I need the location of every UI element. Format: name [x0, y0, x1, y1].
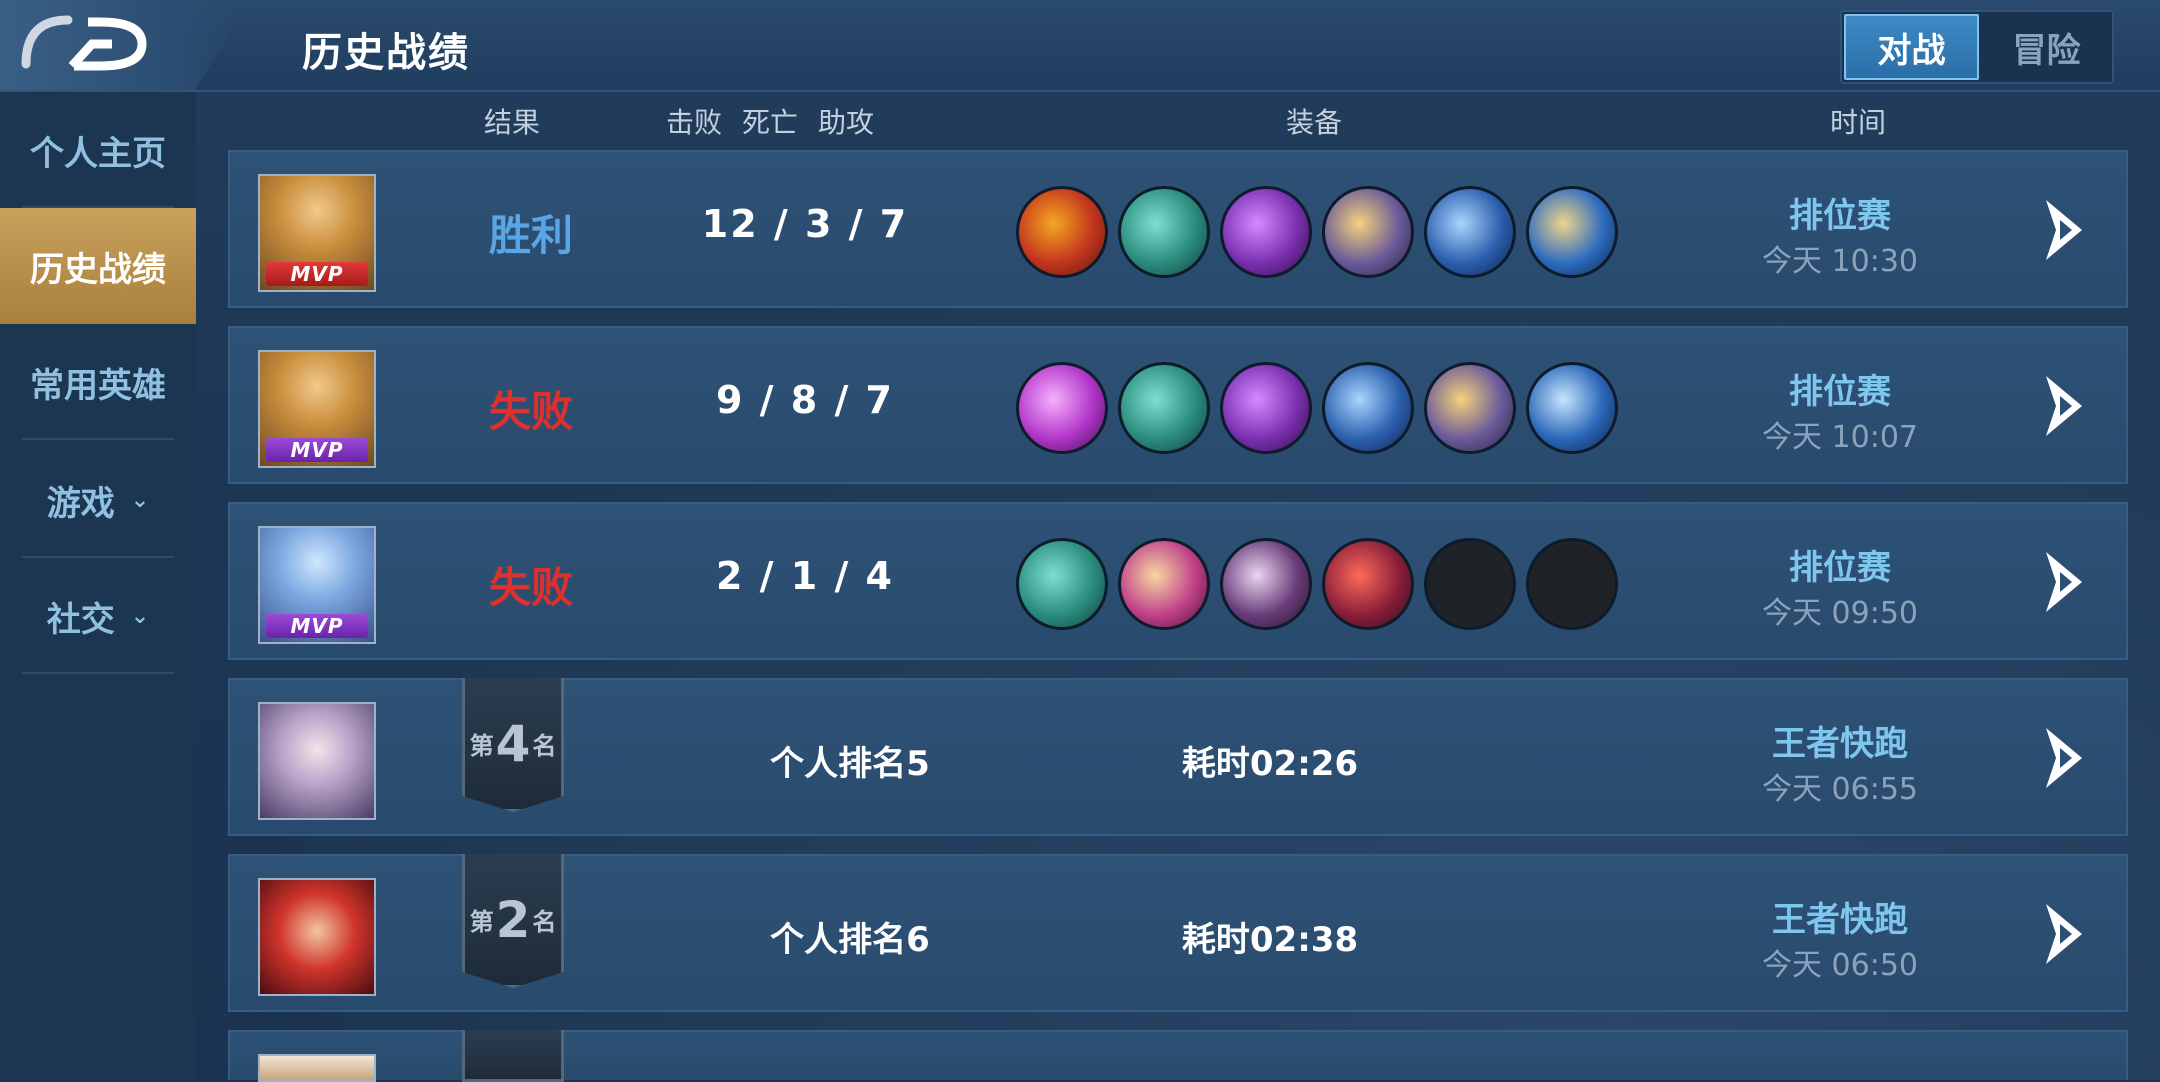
match-time: 今天 09:50 — [1762, 596, 1918, 631]
game-mode: 排位赛 — [1789, 372, 1891, 412]
equipment-list — [1016, 362, 1618, 454]
game-mode: 王者快跑 — [1772, 724, 1908, 764]
match-time: 今天 06:55 — [1762, 772, 1918, 807]
page-title: 历史战绩 — [302, 30, 470, 76]
game-mode: 排位赛 — [1789, 196, 1891, 236]
empty-item-slot — [1526, 538, 1618, 630]
personal-rank: 个人排名5 — [770, 744, 930, 784]
sidebar: 个人主页 历史战绩 常用英雄 游戏 ⌄ 社交 ⌄ — [0, 92, 196, 1080]
chevron-down-icon: ⌄ — [130, 487, 150, 513]
sword-item-icon — [1016, 186, 1108, 278]
column-header-time: 时间 — [1830, 106, 1887, 139]
sidebar-item-profile[interactable]: 个人主页 — [0, 92, 196, 208]
sidebar-item-history[interactable]: 历史战绩 — [0, 208, 196, 324]
tab-battle[interactable]: 对战 — [1844, 14, 1979, 80]
kda: 2 / 1 / 4 — [716, 554, 894, 598]
hero-avatar — [258, 702, 376, 820]
boots-item-icon — [1118, 362, 1210, 454]
back-button[interactable] — [0, 0, 250, 90]
hat-item-icon — [1322, 538, 1414, 630]
chevron-right-icon[interactable] — [2038, 372, 2094, 440]
match-duration: 耗时02:26 — [1181, 744, 1359, 784]
match-row[interactable]: MVP 失败 2 / 1 / 4 排位赛 今天 09:50 — [228, 502, 2128, 660]
rank-badge: 第 4 名 — [462, 678, 564, 812]
game-mode: 王者快跑 — [1772, 900, 1908, 940]
personal-rank: 个人排名6 — [770, 920, 930, 960]
rank-badge — [462, 1030, 564, 1082]
sidebar-item-label: 常用英雄 — [30, 365, 166, 406]
tab-adventure[interactable]: 冒险 — [1981, 12, 2112, 82]
shield-item-icon — [1424, 362, 1516, 454]
match-time: 今天 10:30 — [1762, 244, 1918, 279]
chevron-right-icon[interactable] — [2038, 548, 2094, 616]
sidebar-item-label: 历史战绩 — [30, 249, 166, 290]
sidebar-item-label: 游戏 — [46, 483, 115, 524]
shield-item-icon — [1322, 186, 1414, 278]
trident-item-icon — [1322, 362, 1414, 454]
equipment-list — [1016, 186, 1618, 278]
mvp-badge: MVP — [266, 614, 368, 638]
match-row[interactable]: MVP 胜利 12 / 3 / 7 排位赛 今天 10:30 — [228, 150, 2128, 308]
top-bar: 历史战绩 对战 冒险 — [0, 0, 2160, 92]
boots-item-icon — [1118, 186, 1210, 278]
hero-avatar — [258, 878, 376, 996]
trident-item-icon — [1424, 186, 1516, 278]
match-row[interactable]: MVP 失败 9 / 8 / 7 排位赛 今天 10:07 — [228, 326, 2128, 484]
mode-toggle: 对战 冒险 — [1840, 10, 2114, 84]
mvp-badge: MVP — [266, 262, 368, 286]
equipment-list — [1016, 538, 1618, 630]
match-result: 失败 — [488, 387, 573, 436]
back-icon — [21, 15, 147, 71]
hero-avatar: MVP — [258, 174, 376, 292]
game-mode: 排位赛 — [1789, 548, 1891, 588]
hero-avatar — [258, 1054, 376, 1082]
match-row[interactable]: 第 4 名 个人排名5 耗时02:26 王者快跑 今天 06:55 — [228, 678, 2128, 836]
column-header-result: 结果 — [484, 106, 541, 139]
hero-avatar: MVP — [258, 350, 376, 468]
axe-item-icon — [1220, 362, 1312, 454]
chevron-right-icon[interactable] — [2038, 900, 2094, 968]
column-header-assists: 助攻 — [818, 106, 875, 139]
kda: 9 / 8 / 7 — [716, 378, 894, 422]
match-time: 今天 10:07 — [1762, 420, 1918, 455]
kda: 12 / 3 / 7 — [701, 202, 909, 246]
book-item-icon — [1118, 538, 1210, 630]
match-result: 胜利 — [488, 211, 573, 260]
sidebar-item-label: 个人主页 — [30, 133, 166, 174]
boots-item-icon — [1016, 538, 1108, 630]
hero-avatar: MVP — [258, 526, 376, 644]
sidebar-item-games[interactable]: 游戏 ⌄ — [0, 442, 196, 558]
column-header-kills: 击败 — [666, 106, 723, 139]
skull-item-icon — [1220, 538, 1312, 630]
mvp-badge: MVP — [266, 438, 368, 462]
match-row[interactable] — [228, 1030, 2128, 1082]
match-result: 失败 — [488, 563, 573, 612]
column-header-equipment: 装备 — [1286, 106, 1343, 139]
chevron-right-icon[interactable] — [2038, 196, 2094, 264]
sidebar-item-heroes[interactable]: 常用英雄 — [0, 324, 196, 440]
column-header-deaths: 死亡 — [742, 106, 799, 139]
match-duration: 耗时02:38 — [1181, 920, 1359, 960]
chevron-right-icon[interactable] — [2038, 724, 2094, 792]
match-row[interactable]: 第 2 名 个人排名6 耗时02:38 王者快跑 今天 06:50 — [228, 854, 2128, 1012]
armor-item-icon — [1526, 186, 1618, 278]
chevron-down-icon: ⌄ — [130, 603, 150, 629]
match-time: 今天 06:50 — [1762, 948, 1918, 983]
axe-item-icon — [1220, 186, 1312, 278]
empty-item-slot — [1424, 538, 1516, 630]
sidebar-item-social[interactable]: 社交 ⌄ — [0, 558, 196, 674]
spear-item-icon — [1526, 362, 1618, 454]
sidebar-item-label: 社交 — [46, 599, 115, 640]
rank-badge: 第 2 名 — [462, 854, 564, 988]
axe-item-icon — [1016, 362, 1108, 454]
